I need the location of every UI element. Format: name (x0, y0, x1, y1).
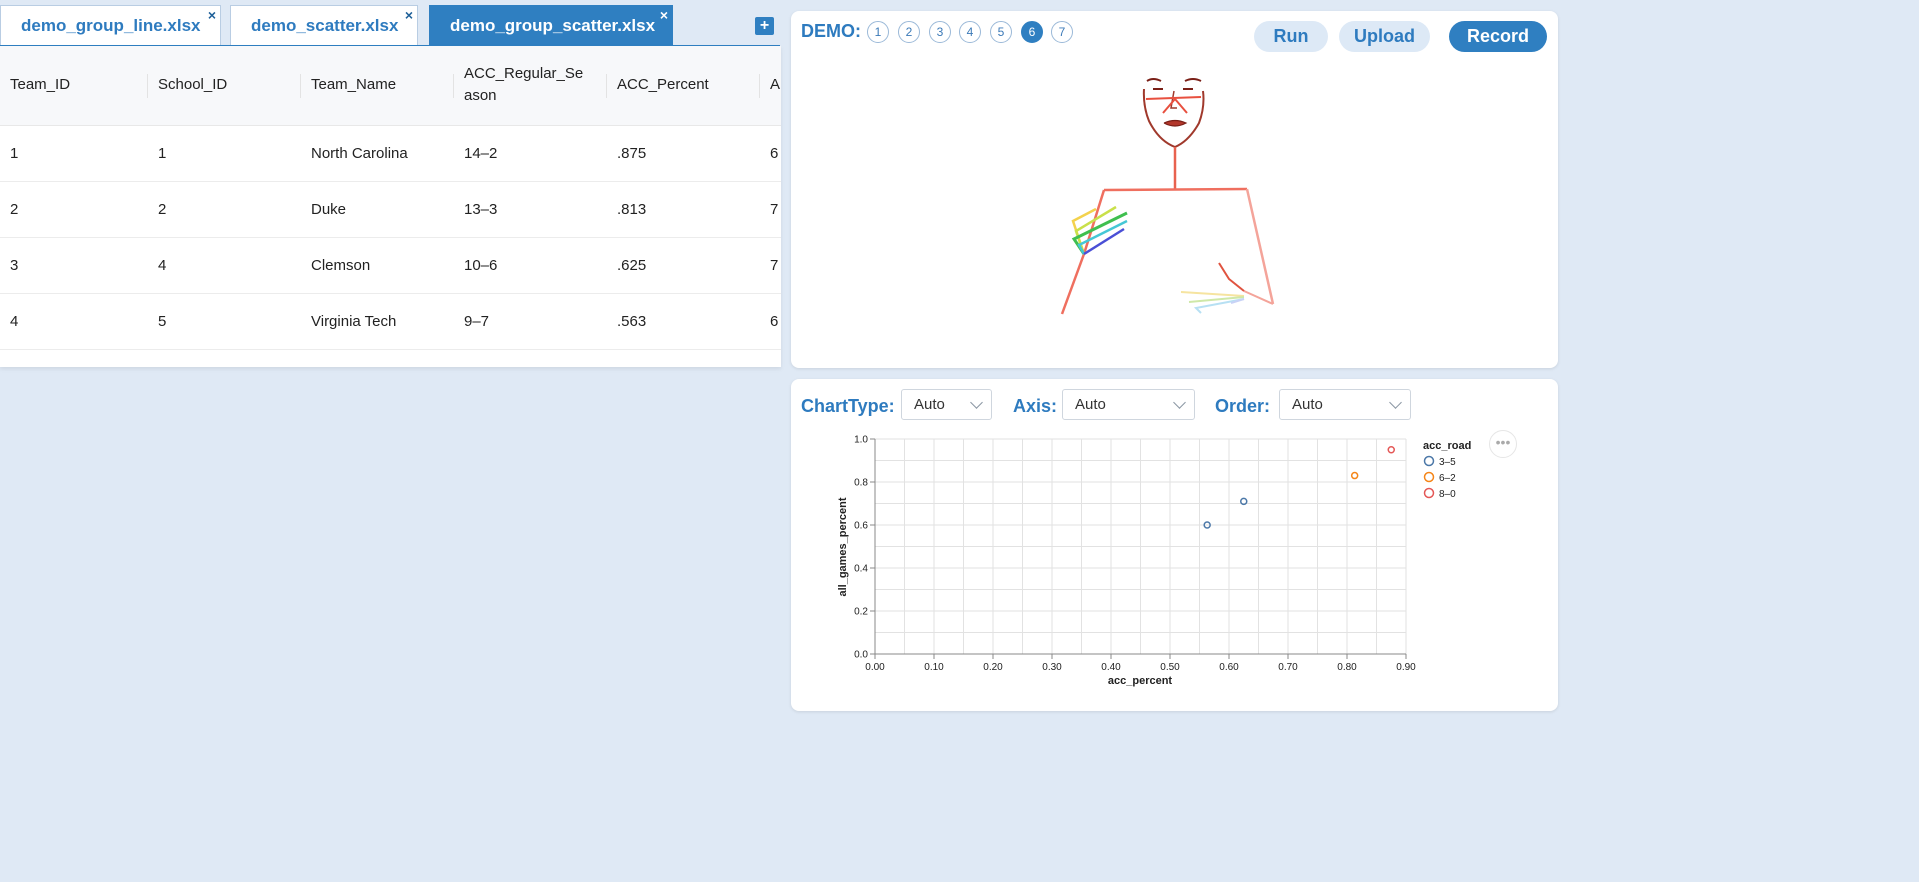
legend-symbol (1423, 487, 1435, 499)
column-header-school-id[interactable]: School_ID (148, 46, 301, 126)
table-cell: 3 (0, 237, 148, 294)
x-tick-label: 0.50 (1160, 662, 1180, 673)
column-header-team-id[interactable]: Team_ID (0, 46, 148, 126)
close-icon[interactable]: × (208, 7, 216, 23)
table-cell: 1 (148, 125, 301, 182)
table-row[interactable]: 2 2 Duke 13–3 .813 7 (0, 181, 781, 238)
table-cell: North Carolina (301, 125, 454, 182)
y-axis-label: all_games_percent (837, 497, 849, 596)
table-cell: 14–2 (454, 125, 607, 182)
table-cell: Clemson (301, 237, 454, 294)
x-tick-label: 0.90 (1396, 662, 1416, 673)
table-cell: .625 (607, 237, 760, 294)
pose-skeleton-figure (1060, 78, 1275, 315)
y-tick-label: 0.4 (854, 564, 868, 575)
x-axis-label: acc_percent (1108, 675, 1173, 687)
y-tick-label: 0.0 (854, 650, 868, 661)
table-cell: 1 (0, 125, 148, 182)
x-tick-label: 0.60 (1219, 662, 1239, 673)
table-cell: 13–3 (454, 181, 607, 238)
table-cell: 4 (148, 237, 301, 294)
tab-label: demo_group_scatter.xlsx (450, 16, 656, 35)
x-tick-label: 0.80 (1337, 662, 1357, 673)
table-cell: .813 (607, 181, 760, 238)
column-header-team-name[interactable]: Team_Name (301, 46, 454, 126)
table-cell: Virginia Tech (301, 293, 454, 350)
column-header-acc-regular-season[interactable]: ACC_Regular_Season (454, 46, 607, 126)
table-cell: 6 (760, 293, 781, 350)
legend-entry: 3–5 (1439, 457, 1456, 468)
scatter-chart: 0.00 0.10 0.20 0.30 0.40 0.50 0.60 0.70 0.80 0.90… (837, 435, 1471, 688)
data-table-panel: Team_ID School_ID Team_Name ACC_Regular_… (0, 46, 781, 367)
table-cell: 6 (760, 125, 781, 182)
table-cell: 9–7 (454, 293, 607, 350)
tab-demo-scatter[interactable]: demo_scatter.xlsx × (230, 5, 418, 46)
table-cell: 7 (760, 237, 781, 294)
tab-label: demo_scatter.xlsx (251, 16, 399, 35)
legend-entry: 6–2 (1439, 473, 1456, 484)
x-tick-label: 0.20 (983, 662, 1003, 673)
table-cell: 2 (148, 181, 301, 238)
table-row[interactable]: 1 1 North Carolina 14–2 .875 6 (0, 125, 781, 182)
table-cell: 5 (148, 293, 301, 350)
chart-grid (874, 438, 1407, 655)
chart-legend: acc_road 3–5 6–2 8–0 (1423, 440, 1471, 500)
legend-entry: 8–0 (1439, 489, 1456, 500)
x-tick-label: 0.00 (865, 662, 885, 673)
x-tick-label: 0.10 (924, 662, 944, 673)
tab-label: demo_group_line.xlsx (21, 16, 201, 35)
close-icon[interactable]: × (405, 7, 413, 23)
y-tick-label: 0.8 (854, 478, 868, 489)
table-cell: 2 (0, 181, 148, 238)
tab-demo-group-line[interactable]: demo_group_line.xlsx × (0, 5, 221, 46)
close-icon[interactable]: × (660, 7, 668, 23)
x-tick-label: 0.70 (1278, 662, 1298, 673)
x-tick-label: 0.30 (1042, 662, 1062, 673)
table-header-row: Team_ID School_ID Team_Name ACC_Regular_… (0, 46, 781, 126)
y-tick-label: 0.6 (854, 521, 868, 532)
table-cell: 7 (760, 181, 781, 238)
legend-title: acc_road (1423, 440, 1471, 452)
chart-points (1203, 446, 1395, 529)
y-tick-label: 0.2 (854, 607, 868, 618)
chart-axes: 0.00 0.10 0.20 0.30 0.40 0.50 0.60 0.70 0.80 0.90… (854, 435, 1416, 674)
column-header-truncated[interactable]: A (760, 46, 781, 126)
chart-panel: ChartType: Auto Axis: Auto Order: Auto •… (791, 379, 1558, 711)
data-point (1387, 446, 1395, 454)
table-row[interactable]: 3 4 Clemson 10–6 .625 7 (0, 237, 781, 294)
table-cell: .563 (607, 293, 760, 350)
file-tab-bar: demo_group_line.xlsx × demo_scatter.xlsx… (0, 0, 780, 46)
table-row[interactable]: 4 5 Virginia Tech 9–7 .563 6 (0, 293, 781, 350)
demo-panel: DEMO: 1 2 3 4 5 6 7 Run Upload Record (791, 11, 1558, 368)
y-tick-label: 1.0 (854, 435, 868, 446)
data-table: Team_ID School_ID Team_Name ACC_Regular_… (0, 46, 781, 350)
legend-symbol (1423, 455, 1435, 467)
tab-demo-group-scatter[interactable]: demo_group_scatter.xlsx × (429, 5, 673, 46)
legend-symbol (1423, 471, 1435, 483)
table-cell: Duke (301, 181, 454, 238)
add-tab-button[interactable]: + (755, 17, 774, 35)
table-cell: 10–6 (454, 237, 607, 294)
data-point (1350, 471, 1359, 480)
table-cell: 4 (0, 293, 148, 350)
column-header-acc-percent[interactable]: ACC_Percent (607, 46, 760, 126)
x-tick-label: 0.40 (1101, 662, 1121, 673)
table-cell: .875 (607, 125, 760, 182)
